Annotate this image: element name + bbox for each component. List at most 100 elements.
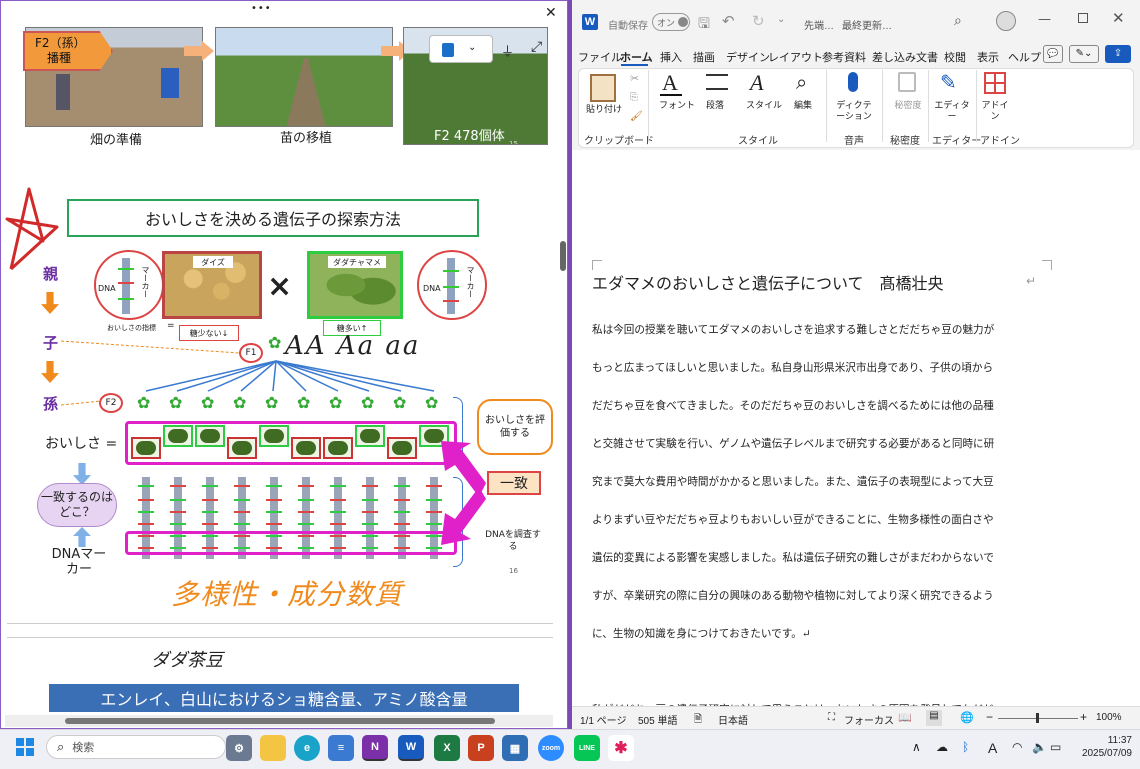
- print-layout-icon[interactable]: ▤: [926, 710, 942, 726]
- autosave-toggle[interactable]: オン: [652, 13, 690, 31]
- addin-label[interactable]: アドイン: [978, 100, 1012, 122]
- addin-icon[interactable]: [984, 72, 1006, 94]
- sensitivity-icon[interactable]: [898, 72, 916, 92]
- vertical-scrollbar[interactable]: [560, 241, 566, 271]
- editor-icon[interactable]: ✎: [940, 70, 957, 94]
- scroll-thumb[interactable]: [65, 718, 495, 724]
- tab-8[interactable]: 校閲: [944, 49, 966, 65]
- last-saved[interactable]: 最終更新…: [842, 17, 892, 32]
- format-painter-icon[interactable]: 🖌: [630, 111, 643, 122]
- undo-icon[interactable]: ↶: [722, 12, 735, 30]
- font-icon[interactable]: A: [662, 70, 678, 96]
- zoom-thumb[interactable]: [1036, 713, 1039, 723]
- close-icon[interactable]: ✕: [1112, 9, 1125, 27]
- settings-icon[interactable]: ⚙: [226, 735, 252, 761]
- comment-icon[interactable]: 💬: [1043, 45, 1063, 63]
- zoom-out-icon[interactable]: −: [986, 710, 993, 724]
- onenote-icon[interactable]: N: [362, 735, 388, 761]
- excel-icon[interactable]: X: [434, 735, 460, 761]
- doc-name[interactable]: 先端…: [804, 17, 834, 32]
- doc-line[interactable]: 私は今回の授業を聴いてエダマメのおいしさを追求する難しさとだだちゃ豆の魅力が: [592, 322, 994, 337]
- chevron-up-icon[interactable]: ∧: [912, 740, 921, 754]
- web-layout-icon[interactable]: 🌐: [960, 711, 974, 724]
- avatar[interactable]: [996, 11, 1016, 31]
- battery-icon[interactable]: ▭: [1050, 740, 1061, 754]
- copy-icon[interactable]: ⎘: [630, 92, 638, 103]
- ime-indicator[interactable]: A: [988, 740, 997, 756]
- editing-mode-icon[interactable]: ✎⌄: [1069, 45, 1099, 63]
- doc-line[interactable]: よりまずい豆やだだちゃ豆よりもおいしい豆ができることに、生物多様性の面白さや: [592, 512, 994, 527]
- search-icon[interactable]: ⌕: [954, 13, 962, 29]
- font-label[interactable]: フォント: [659, 98, 695, 111]
- volume-icon[interactable]: 🔈: [1032, 740, 1047, 754]
- doc-line[interactable]: 遺伝的変異による影響を実感しました。私は遺伝子研究の難しさがまだわからないで: [592, 550, 994, 565]
- zoom-app-icon[interactable]: zoom: [538, 735, 564, 761]
- document-page[interactable]: [572, 150, 1140, 706]
- qat-more-icon[interactable]: ⌄: [777, 14, 785, 25]
- cloud-icon[interactable]: ☁: [936, 740, 948, 754]
- tab-4[interactable]: デザイン: [726, 49, 770, 65]
- edge-icon[interactable]: e: [294, 735, 320, 761]
- read-mode-icon[interactable]: 📖: [898, 711, 912, 724]
- bluetooth-icon[interactable]: ᛒ: [962, 740, 969, 754]
- share-icon[interactable]: ⇪: [1105, 45, 1131, 63]
- store-icon[interactable]: ▦: [502, 735, 528, 761]
- style-icon[interactable]: A: [750, 70, 763, 96]
- page-count[interactable]: 1/1 ページ: [580, 712, 626, 727]
- tab-3[interactable]: 描画: [693, 49, 715, 65]
- style-label[interactable]: スタイル: [746, 98, 782, 111]
- language[interactable]: 日本語: [718, 712, 748, 727]
- doc-line[interactable]: もっと広まってほしいと思いました。私自身山形県米沢市出身であり、子供の頃から: [592, 360, 993, 375]
- edit-icon[interactable]: ⌕: [796, 70, 807, 94]
- maximize-icon[interactable]: [1078, 13, 1088, 23]
- sensitivity-label[interactable]: 秘密度: [890, 100, 926, 111]
- edit-label[interactable]: 編集: [794, 98, 812, 111]
- editor-label[interactable]: エディター: [934, 100, 970, 122]
- doc-line[interactable]: だだちゃ豆を食べてきました。そのだだちゃ豆のおいしさを調べるためには他の品種: [592, 398, 994, 413]
- clock[interactable]: 11:37 2025/07/09: [1078, 734, 1132, 760]
- tab-10[interactable]: ヘルプ: [1008, 49, 1041, 65]
- slack-icon[interactable]: ✱: [608, 735, 634, 761]
- notepad-icon[interactable]: ≡: [328, 735, 354, 761]
- horizontal-scrollbar[interactable]: [5, 715, 553, 727]
- window-drag-dots[interactable]: •••: [251, 3, 272, 14]
- doc-line[interactable]: 究まで莫大な費用や時間がかかると思いました。また、遺伝子の表現型によって大豆: [592, 474, 994, 489]
- dictation-label[interactable]: ディクテーション: [834, 100, 874, 122]
- word-icon[interactable]: W: [398, 735, 424, 761]
- line-icon[interactable]: LINE: [574, 735, 600, 761]
- tab-9[interactable]: 表示: [977, 49, 999, 65]
- minimize-icon[interactable]: —: [1038, 12, 1051, 27]
- file-explorer-icon[interactable]: [260, 735, 286, 761]
- paste-icon[interactable]: [590, 74, 616, 102]
- tab-0[interactable]: ファイル: [578, 49, 622, 65]
- paragraph-label[interactable]: 段落: [706, 98, 724, 111]
- proofing-icon[interactable]: 🗎: [694, 712, 702, 729]
- save-icon[interactable]: 🖫: [698, 13, 710, 37]
- tab-7[interactable]: 差し込み文書: [872, 49, 938, 65]
- wifi-icon[interactable]: ◠: [1012, 740, 1022, 754]
- notebook-switcher[interactable]: ⌄: [429, 35, 493, 63]
- word-count[interactable]: 505 単語: [638, 712, 677, 727]
- focus-label[interactable]: フォーカス: [844, 712, 894, 727]
- paragraph-icon[interactable]: [706, 74, 728, 90]
- taskbar-search[interactable]: ⌕ 検索: [46, 735, 226, 759]
- zoom-in-icon[interactable]: +: [1080, 710, 1087, 724]
- tab-2[interactable]: 挿入: [660, 49, 682, 65]
- redo-icon[interactable]: ↻: [752, 12, 765, 30]
- close-button[interactable]: ✕: [545, 5, 557, 21]
- doc-title[interactable]: エダマメのおいしさと遺伝子について 髙橋壮央: [592, 270, 944, 294]
- tab-1[interactable]: ホーム: [620, 49, 653, 65]
- tab-6[interactable]: 参考資料: [822, 49, 866, 65]
- doc-line[interactable]: に、生物の知識を身につけておきたいです。↵: [592, 626, 811, 641]
- zoom-slider[interactable]: [998, 713, 1078, 723]
- paste-label[interactable]: 貼り付け: [586, 102, 622, 115]
- microphone-icon[interactable]: [848, 72, 858, 92]
- cut-icon[interactable]: ✂: [630, 72, 639, 85]
- zoom-level[interactable]: 100%: [1096, 712, 1122, 723]
- expand-icon[interactable]: ⤢: [531, 39, 542, 55]
- powerpoint-icon[interactable]: P: [468, 735, 494, 761]
- doc-line[interactable]: と交雑させて実験を行い、ゲノムや遺伝子レベルまで研究する必要があると同時に研: [592, 436, 994, 451]
- doc-line[interactable]: すが、卒業研究の際に自分の興味のある動物や植物に対してより深く研究できるよう: [592, 588, 994, 603]
- tab-5[interactable]: レイアウト: [768, 49, 823, 65]
- filter-icon[interactable]: ⏚: [501, 41, 514, 60]
